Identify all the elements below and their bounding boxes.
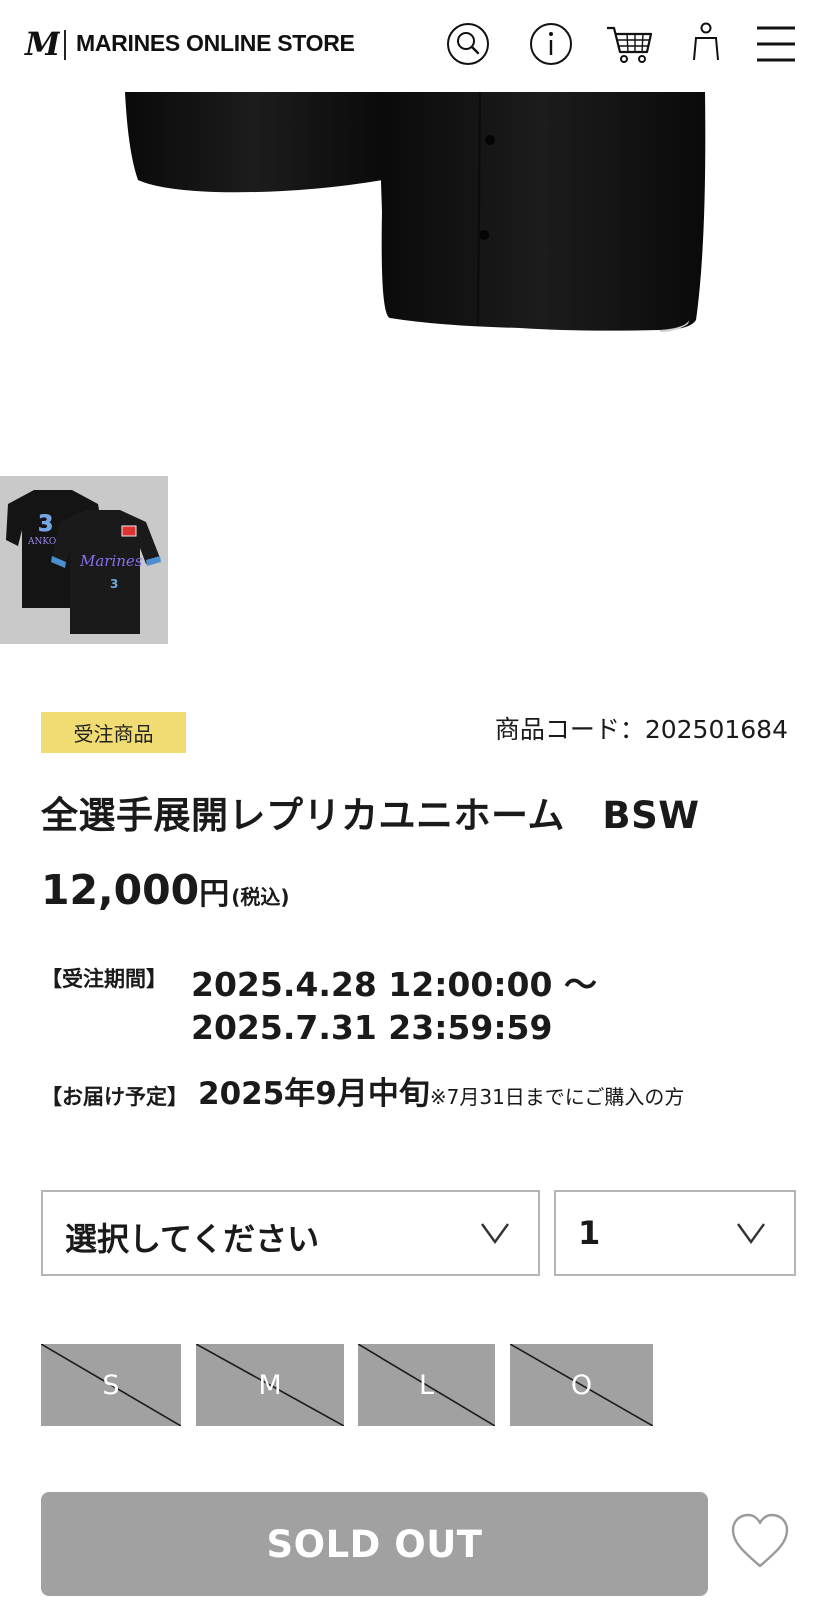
order-period-label: 【受注期間】 bbox=[41, 967, 167, 991]
product-main-image[interactable] bbox=[0, 92, 828, 464]
size-select[interactable]: 選択してください bbox=[41, 1190, 540, 1276]
logo-divider bbox=[64, 30, 66, 60]
marines-logo-icon[interactable]: M bbox=[24, 25, 62, 63]
svg-text:M: M bbox=[24, 26, 60, 62]
thumb-team-script: Marines bbox=[79, 552, 143, 570]
size-select-value: 選択してください bbox=[65, 1220, 320, 1258]
quantity-select[interactable]: 1 bbox=[554, 1190, 796, 1276]
size-button-s[interactable]: S bbox=[41, 1344, 181, 1426]
price-unit: 円 bbox=[199, 877, 230, 912]
product-thumbnail[interactable]: 3 ANKOWIKA Marines 3 bbox=[0, 476, 168, 644]
chevron-down-icon bbox=[481, 1223, 509, 1245]
size-button-o[interactable]: O bbox=[510, 1344, 653, 1426]
size-label: L bbox=[418, 1369, 435, 1401]
size-label: S bbox=[102, 1369, 120, 1401]
store-name[interactable]: MARINES ONLINE STORE bbox=[76, 30, 355, 57]
order-period-start: 2025.4.28 12:00:00 ～ bbox=[191, 965, 597, 1004]
size-label: M bbox=[258, 1369, 282, 1401]
delivery-label: 【お届け予定】 bbox=[41, 1085, 188, 1109]
thumb-front-number: 3 bbox=[110, 577, 118, 591]
order-period-end: 2025.7.31 23:59:59 bbox=[191, 1008, 553, 1047]
info-icon[interactable] bbox=[527, 20, 575, 68]
order-item-badge: 受注商品 bbox=[41, 712, 186, 753]
price-value: 12,000 bbox=[41, 866, 200, 914]
account-icon[interactable] bbox=[682, 20, 730, 68]
delivery-schedule: 【お届け予定】 2025年9月中旬※7月31日までにご購入の方 bbox=[41, 1068, 684, 1113]
size-button-l[interactable]: L bbox=[358, 1344, 495, 1426]
price: 12,000円 (税込) bbox=[41, 866, 290, 914]
size-button-m[interactable]: M bbox=[196, 1344, 344, 1426]
search-icon[interactable] bbox=[444, 20, 492, 68]
thumb-back-number: 3 bbox=[38, 512, 53, 537]
site-header: M MARINES ONLINE STORE bbox=[0, 0, 828, 92]
product-name: 全選手展開レプリカユニホーム BSW bbox=[41, 794, 700, 837]
delivery-value: 2025年9月中旬 bbox=[198, 1076, 430, 1112]
delivery-note: ※7月31日までにご購入の方 bbox=[429, 1085, 685, 1109]
size-label: O bbox=[570, 1369, 593, 1401]
menu-icon[interactable] bbox=[754, 20, 798, 68]
quantity-select-value: 1 bbox=[578, 1214, 601, 1252]
price-tax-note: (税込) bbox=[231, 885, 290, 909]
favorite-heart-icon[interactable] bbox=[730, 1512, 790, 1570]
cart-icon[interactable] bbox=[605, 20, 655, 68]
sold-out-button[interactable]: SOLD OUT bbox=[41, 1492, 708, 1596]
product-code: 商品コード：202501684 bbox=[494, 715, 788, 744]
chevron-down-icon bbox=[737, 1223, 765, 1245]
